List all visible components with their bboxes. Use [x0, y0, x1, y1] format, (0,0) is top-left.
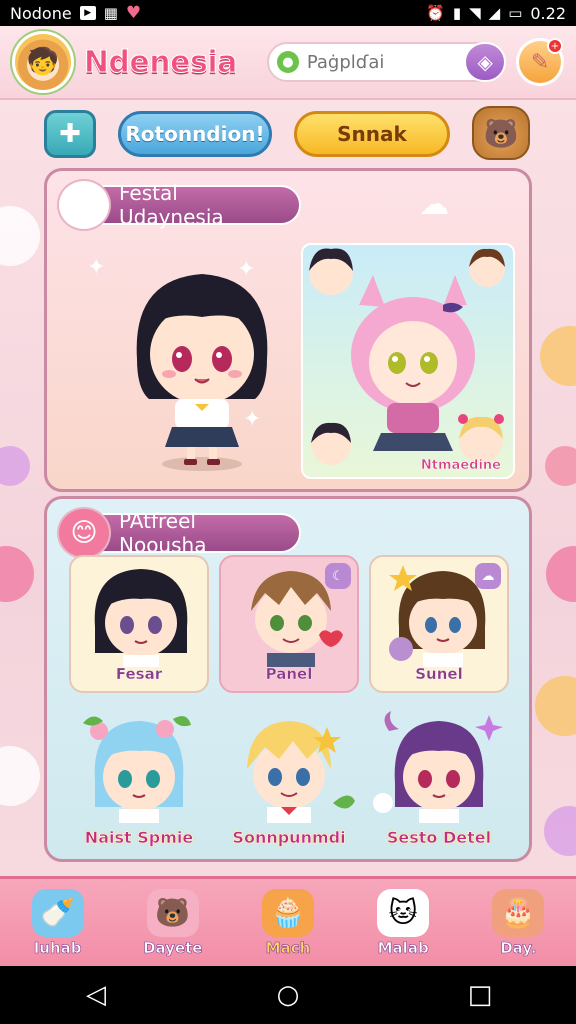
characters-header: 😊 PAtfreel Noousha	[57, 507, 301, 559]
nav-label: Dayete	[143, 938, 203, 957]
logo-avatar[interactable]: 🧒	[12, 31, 74, 93]
card-label: Sunel	[415, 665, 463, 683]
back-button[interactable]: ◁	[66, 970, 126, 1020]
carrier-label: Nodone	[10, 3, 72, 23]
featured-title: Festal Udaynesia	[119, 181, 224, 229]
nav-label: Day.	[500, 938, 537, 957]
cat-icon: 🐱	[377, 888, 430, 937]
search-input[interactable]	[306, 51, 457, 73]
notification-badge: +	[547, 38, 563, 54]
home-button[interactable]: ○	[258, 970, 318, 1020]
characters-title: PAtfreel Noousha	[119, 509, 207, 557]
app-title: Ndenesia	[83, 44, 238, 80]
battery-icon: ▭	[508, 4, 523, 22]
character-item[interactable]: Sesto Detel	[369, 707, 509, 847]
snack-button[interactable]: Snnak	[294, 111, 450, 157]
status-bar: Nodone ▶ ▦ ♥ ⏰ ▮ ◥ ◢ ▭ 0.22	[0, 0, 576, 26]
item-label: Sonnpunmdi	[232, 828, 346, 848]
nav-label: Malab	[377, 938, 429, 957]
action-row: ✚ Rotonndion! Snnak 🐻	[0, 106, 576, 160]
muffin-icon: 🧁	[261, 888, 314, 937]
bottle-icon: 🍼	[31, 888, 84, 937]
alarm-icon: ⏰	[426, 4, 445, 22]
character-card[interactable]: ☾ Panel	[219, 555, 359, 693]
cloud-icon: ☁	[419, 187, 449, 222]
character-card[interactable]: Fesar	[69, 555, 209, 693]
cake-icon: 🎂	[492, 888, 545, 937]
featured-panel: 🐱 Festal Udaynesia ✦ ✦ ✦ ☁ Ntmaedine	[44, 168, 532, 492]
nav-item-mach[interactable]: 🧁 Mach	[240, 881, 336, 965]
mood-icon: ☾	[325, 563, 351, 589]
featured-character-group[interactable]: Ntmaedine	[301, 243, 515, 479]
system-nav-bar: ◁ ○ □	[0, 966, 576, 1024]
recents-button[interactable]: □	[450, 970, 510, 1020]
black-hair-girl-illustration	[94, 569, 188, 667]
nav-label: Mach	[265, 938, 311, 957]
pink-hair-group-illustration	[309, 248, 505, 465]
character-card[interactable]: ☁ Sunel	[369, 555, 509, 693]
mood-icon: ☁	[475, 563, 501, 589]
clock: 0.22	[530, 3, 566, 23]
play-icon: ▶	[79, 6, 96, 20]
tools-icon: ✎	[530, 49, 550, 75]
sparkle-icon: ✦	[87, 255, 106, 280]
nav-item-day[interactable]: 🎂 Day.	[470, 881, 566, 965]
blonde-boy-illustration	[247, 721, 355, 823]
item-label: Naist Spmie	[84, 828, 194, 848]
nav-item-iuhab[interactable]: 🍼 Iuhab	[10, 881, 106, 965]
wifi-icon: ◥	[469, 4, 481, 22]
leaf-icon: ●	[276, 51, 299, 73]
girl-black-hair-illustration	[136, 274, 268, 471]
signal-icon: ◢	[488, 4, 501, 22]
rotation-button[interactable]: Rotonndion!	[118, 111, 272, 157]
cat-face-icon: 🐱	[57, 179, 111, 231]
card-label: Panel	[265, 665, 313, 683]
character-item[interactable]: Naist Spmie	[69, 707, 209, 847]
nav-item-dayete[interactable]: 🐻 Dayete	[125, 881, 221, 965]
characters-panel: 😊 PAtfreel Noousha Fesar ☾ Panel ☁ Sunel…	[44, 496, 532, 862]
settings-button[interactable]: ✎ +	[516, 38, 564, 86]
blue-hair-girl-illustration	[83, 716, 191, 823]
bear-button[interactable]: 🐻	[472, 106, 530, 160]
featured-caption: Ntmaedine	[420, 458, 502, 474]
bottom-nav: 🍼 Iuhab 🐻 Dayete 🧁 Mach 🐱 Malab 🎂 Day.	[0, 876, 576, 966]
vibrate-icon: ▮	[452, 4, 462, 22]
featured-header: 🐱 Festal Udaynesia	[57, 179, 301, 231]
nav-label: Iuhab	[33, 938, 82, 957]
card-label: Fesar	[115, 665, 163, 683]
nav-item-malab[interactable]: 🐱 Malab	[355, 881, 451, 965]
search-bar[interactable]: ● ◈	[266, 42, 507, 82]
featured-character-main[interactable]	[117, 259, 287, 474]
bear-icon: 🐻	[146, 888, 199, 937]
heart-icon: ♥	[125, 3, 142, 23]
app-header: 🧒 Ndenesia ● ◈ ✎ +	[0, 26, 576, 100]
search-button[interactable]: ◈	[464, 42, 507, 82]
add-button[interactable]: ✚	[44, 110, 96, 158]
character-item[interactable]: Sonnpunmdi	[219, 707, 359, 847]
pink-monster-icon: 😊	[57, 507, 111, 559]
purple-hair-girl-illustration	[373, 711, 503, 823]
item-label: Sesto Detel	[386, 828, 492, 848]
gallery-icon: ▦	[103, 4, 118, 22]
